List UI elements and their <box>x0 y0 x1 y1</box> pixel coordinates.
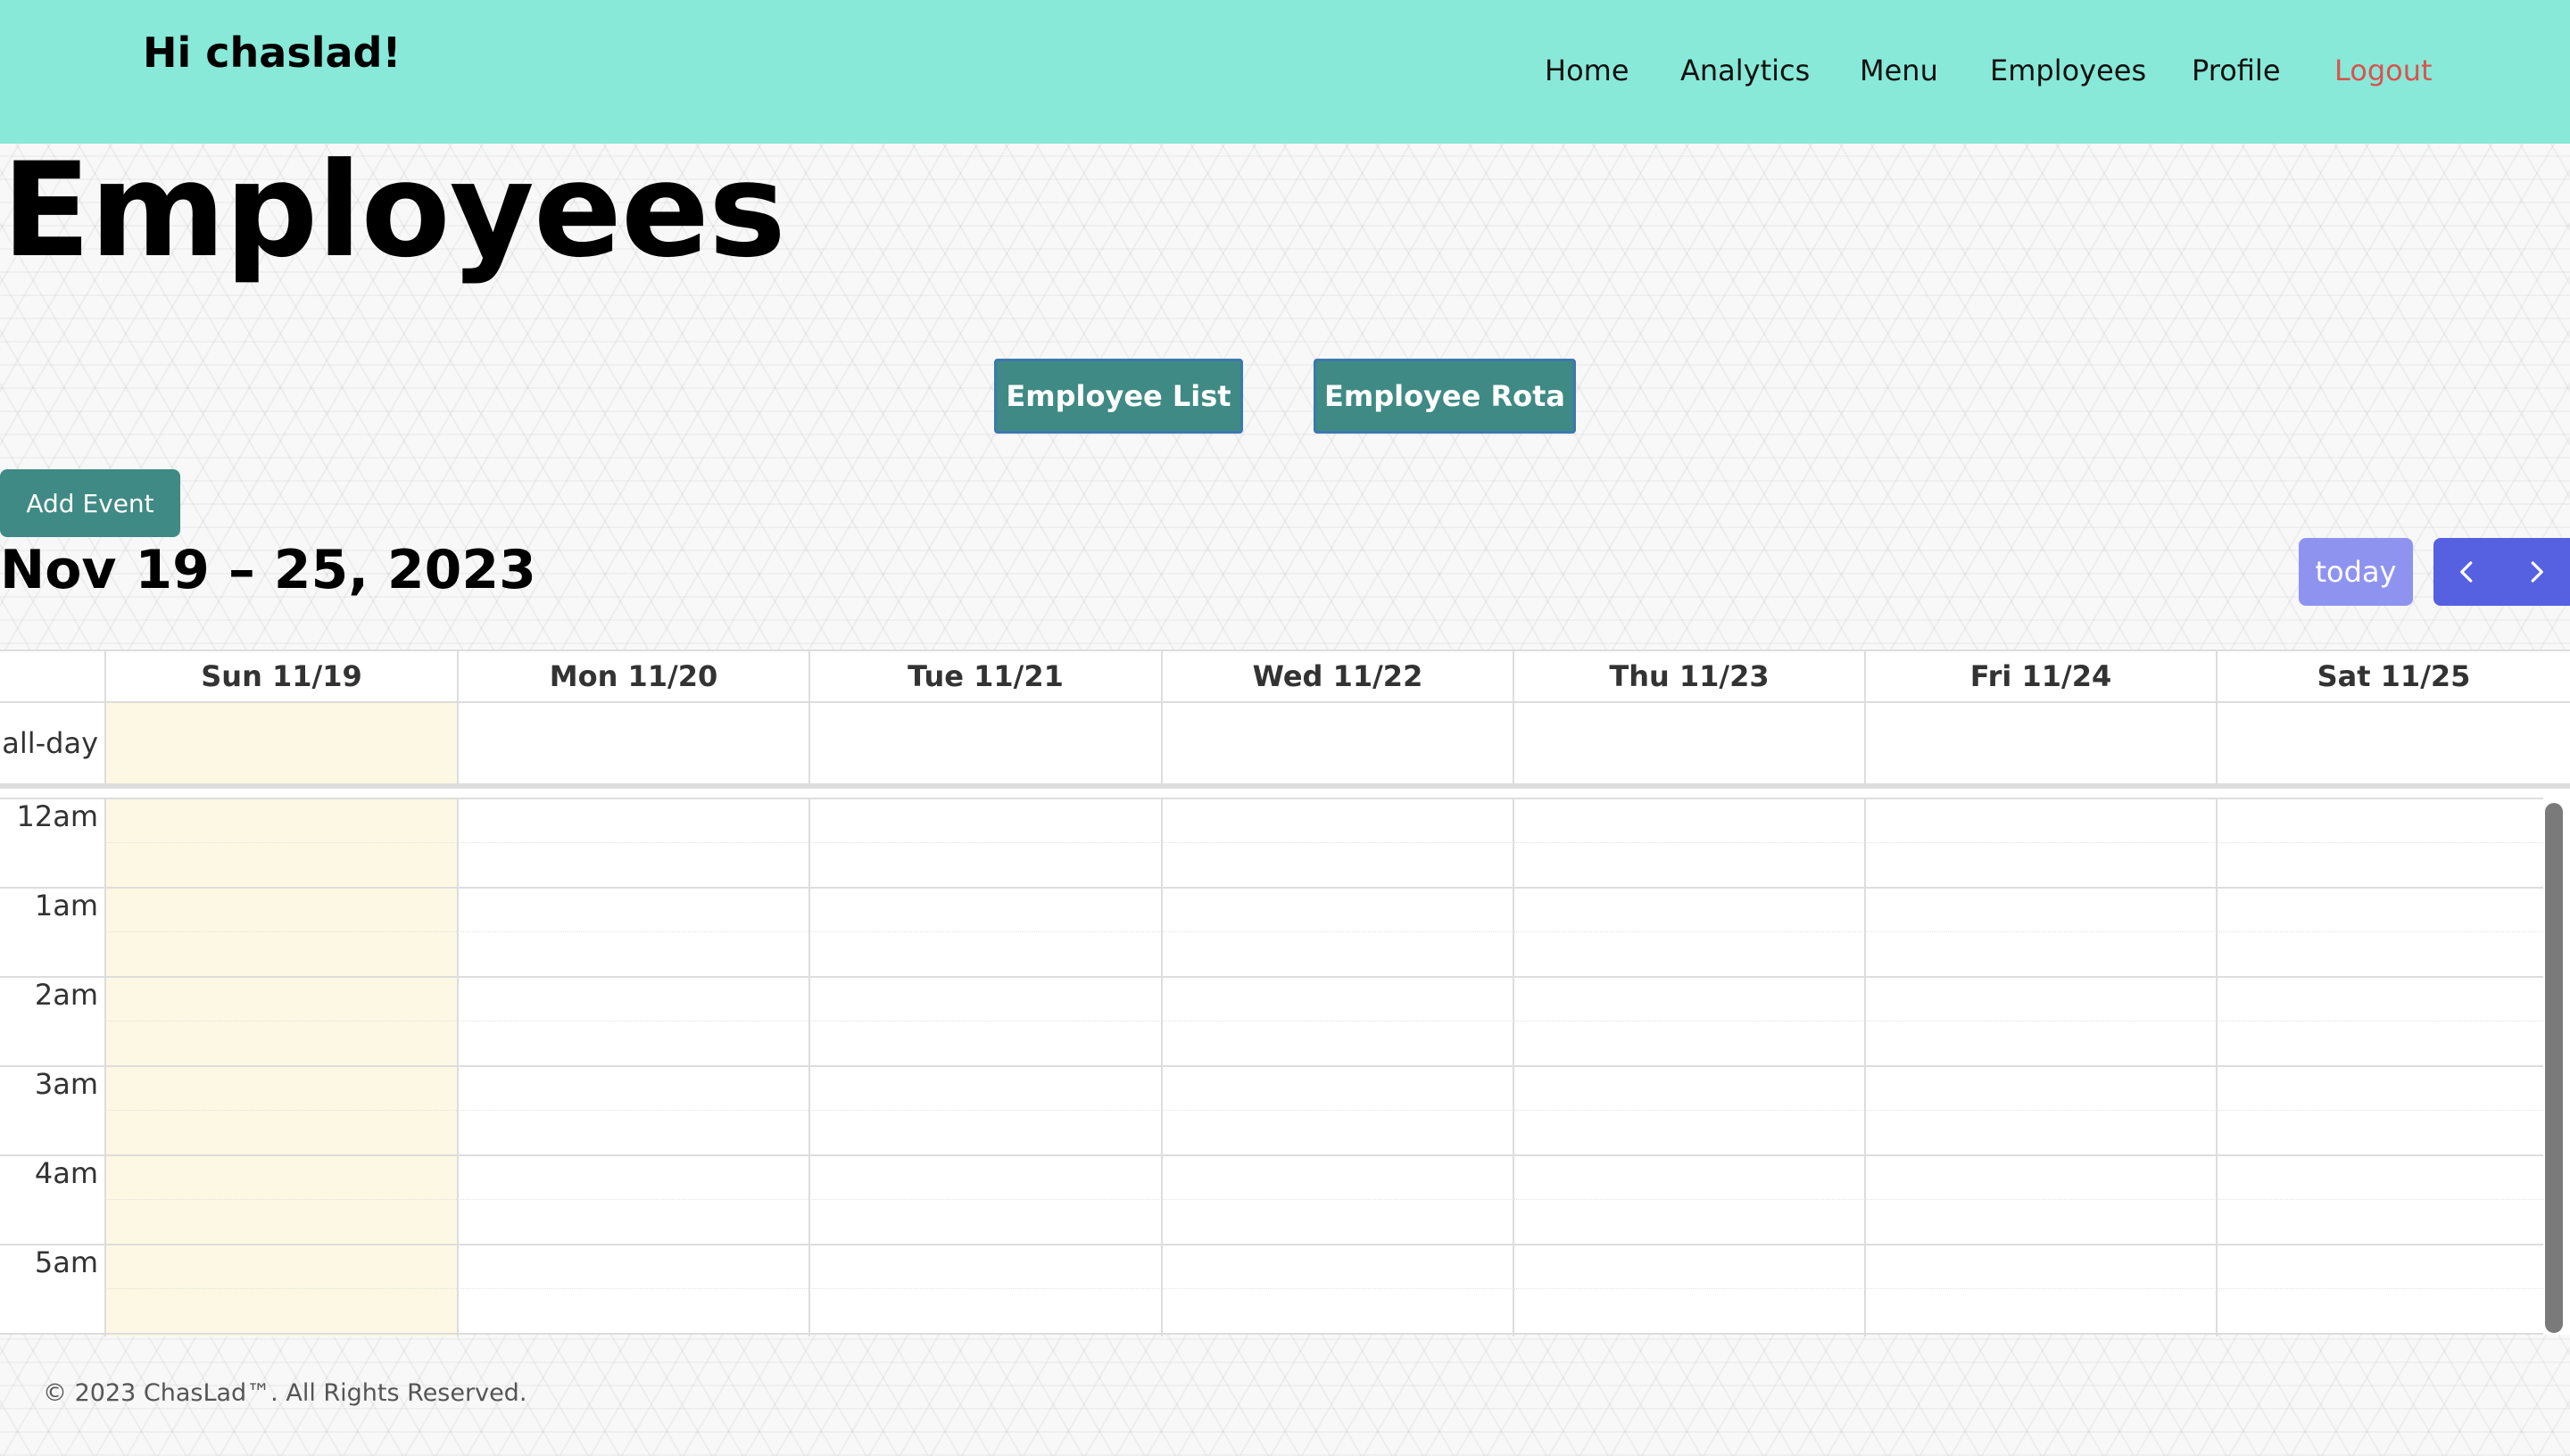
prev-week-button[interactable] <box>2433 538 2502 606</box>
half-hour-line <box>105 931 2543 932</box>
day-header-wed: Wed 11/22 <box>1161 651 1513 701</box>
nav-links: Home Analytics Menu Employees Profile Lo… <box>0 54 2570 107</box>
top-navbar: Hi chaslad! Home Analytics Menu Employee… <box>0 0 2570 144</box>
half-hour-line <box>105 842 2543 843</box>
half-hour-line <box>105 1021 2543 1022</box>
add-event-button[interactable]: Add Event <box>0 469 180 537</box>
all-day-cell-mon[interactable] <box>457 703 808 783</box>
day-column-sat[interactable] <box>2216 798 2546 1336</box>
time-label-5am: 5am <box>34 1245 98 1279</box>
half-hour-line <box>105 1199 2543 1200</box>
all-day-cell-fri[interactable] <box>1864 703 2216 783</box>
day-header-mon: Mon 11/20 <box>457 651 808 701</box>
half-hour-line <box>105 1288 2543 1289</box>
day-header-sun: Sun 11/19 <box>104 651 457 701</box>
time-label-3am: 3am <box>34 1067 98 1101</box>
all-day-cell-sun[interactable] <box>104 703 457 783</box>
time-grid-scrollbar[interactable] <box>2545 803 2563 1333</box>
hour-line <box>0 1333 2543 1335</box>
nav-link-profile[interactable]: Profile <box>2192 54 2281 87</box>
today-button[interactable]: today <box>2299 538 2413 606</box>
nav-link-employees[interactable]: Employees <box>1990 54 2146 87</box>
nav-link-home[interactable]: Home <box>1545 54 1629 87</box>
hour-line <box>0 798 2543 799</box>
all-day-cell-thu[interactable] <box>1513 703 1864 783</box>
nav-link-logout[interactable]: Logout <box>2334 54 2433 87</box>
day-column-wed[interactable] <box>1161 798 1513 1336</box>
hour-line <box>0 1065 2543 1067</box>
day-column-tue[interactable] <box>808 798 1161 1336</box>
calendar-nav-group <box>2433 538 2570 606</box>
nav-link-menu[interactable]: Menu <box>1860 54 1938 87</box>
time-label-12am: 12am <box>16 799 99 833</box>
time-label-1am: 1am <box>34 889 98 922</box>
next-week-button[interactable] <box>2502 538 2570 606</box>
employee-rota-button[interactable]: Employee Rota <box>1314 359 1576 434</box>
day-header-tue: Tue 11/21 <box>808 651 1161 701</box>
day-header-thu: Thu 11/23 <box>1513 651 1864 701</box>
footer-copyright: © 2023 ChasLad™. All Rights Reserved. <box>43 1379 527 1407</box>
day-column-fri[interactable] <box>1864 798 2216 1336</box>
time-label-2am: 2am <box>34 978 98 1012</box>
all-day-cell-sat[interactable] <box>2216 703 2570 783</box>
calendar-date-range: Nov 19 – 25, 2023 <box>0 539 536 601</box>
employee-list-button[interactable]: Employee List <box>994 359 1243 434</box>
time-grid[interactable]: 12am 1am 2am 3am 4am 5am <box>0 798 2570 1336</box>
all-day-cell-tue[interactable] <box>808 703 1161 783</box>
day-header-sat: Sat 11/25 <box>2216 651 2570 701</box>
hour-line <box>0 1244 2543 1245</box>
week-calendar: Sun 11/19 Mon 11/20 Tue 11/21 Wed 11/22 … <box>0 649 2570 1336</box>
hour-line <box>0 976 2543 978</box>
nav-link-analytics[interactable]: Analytics <box>1680 54 1810 87</box>
time-label-4am: 4am <box>34 1156 98 1190</box>
day-column-sun[interactable] <box>104 798 457 1336</box>
all-day-cell-wed[interactable] <box>1161 703 1513 783</box>
hour-line <box>0 1154 2543 1156</box>
page-title: Employees <box>2 135 786 286</box>
half-hour-line <box>105 1110 2543 1111</box>
all-day-row: all-day <box>0 703 2570 789</box>
all-day-label: all-day <box>2 726 98 760</box>
calendar-header-row: Sun 11/19 Mon 11/20 Tue 11/21 Wed 11/22 … <box>0 651 2570 703</box>
chevron-left-icon <box>2460 561 2473 583</box>
hour-line <box>0 887 2543 889</box>
chevron-right-icon <box>2531 561 2543 583</box>
day-column-mon[interactable] <box>457 798 808 1336</box>
day-header-fri: Fri 11/24 <box>1864 651 2216 701</box>
day-column-thu[interactable] <box>1513 798 1864 1336</box>
